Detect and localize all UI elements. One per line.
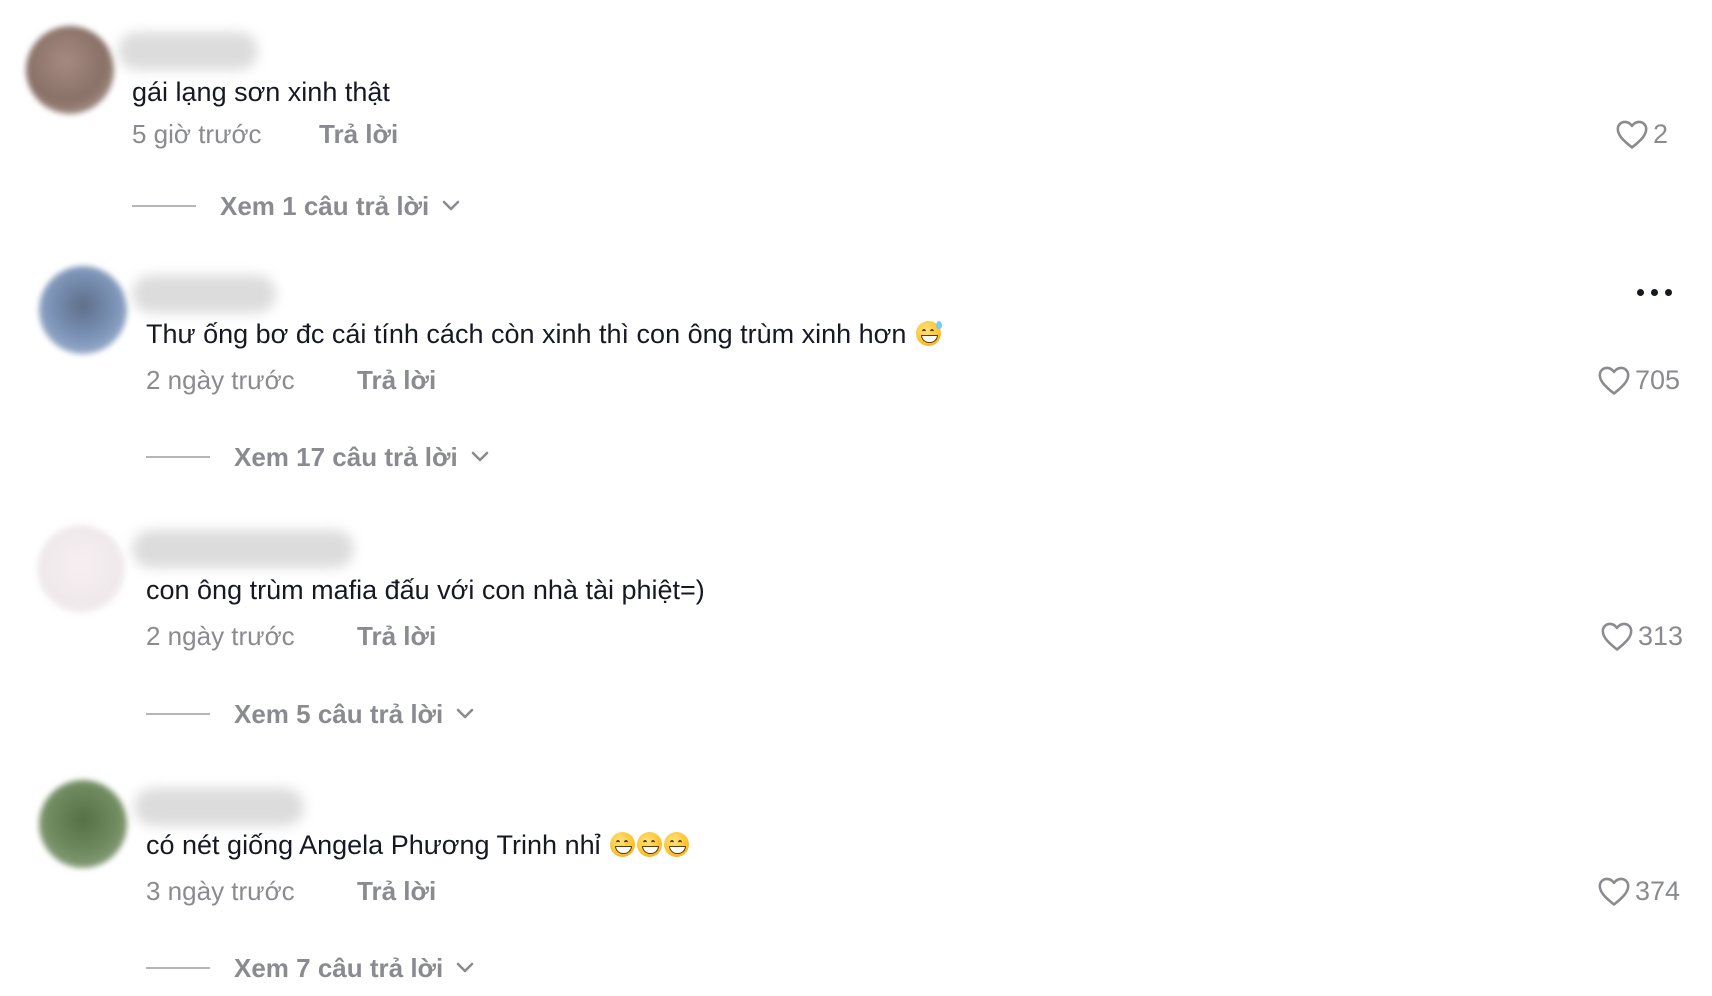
username-blurred[interactable] (118, 32, 258, 70)
comment-text: có nét giống Angela Phương Trinh nhỉ (146, 828, 690, 862)
comment-text: con ông trùm mafia đấu với con nhà tài p… (146, 575, 705, 605)
like-button[interactable]: 374 (1597, 874, 1680, 908)
view-replies-button[interactable]: Xem 17 câu trả lời (146, 440, 490, 474)
view-replies-label: Xem 1 câu trả lời (220, 190, 430, 221)
view-replies-label: Xem 5 câu trả lời (234, 698, 444, 729)
grinning-emoji (610, 832, 636, 857)
divider-line (132, 205, 196, 207)
heart-icon (1598, 877, 1630, 906)
view-replies-button[interactable]: Xem 1 câu trả lời (132, 189, 461, 223)
like-button[interactable]: 313 (1600, 619, 1683, 653)
comment-text-content: Thư ống bơ đc cái tính cách còn xinh thì… (146, 319, 907, 349)
view-replies-button[interactable]: Xem 7 câu trả lời (146, 951, 475, 985)
view-replies-button[interactable]: Xem 5 câu trả lời (146, 697, 475, 731)
grinning-sweat-emoji (915, 321, 942, 346)
grinning-emoji (637, 832, 663, 857)
like-count: 374 (1635, 875, 1681, 906)
reply-button[interactable]: Trả lời (357, 365, 436, 395)
chevron-down-icon (456, 962, 474, 973)
grinning-emoji (664, 832, 690, 857)
chevron-down-icon (442, 200, 460, 211)
divider-line (146, 456, 210, 458)
username-blurred[interactable] (134, 788, 304, 826)
chevron-down-icon (456, 708, 474, 719)
comment-text-content: có nét giống Angela Phương Trinh nhỉ (146, 830, 601, 860)
like-button[interactable]: 705 (1597, 363, 1680, 397)
like-count: 313 (1638, 620, 1684, 651)
reply-button[interactable]: Trả lời (319, 119, 398, 149)
username-blurred[interactable] (132, 530, 354, 568)
avatar[interactable] (37, 525, 125, 613)
divider-line (146, 967, 210, 969)
heart-icon (1598, 366, 1630, 395)
heart-icon (1616, 120, 1648, 149)
avatar[interactable] (39, 266, 127, 354)
like-button[interactable]: 2 (1615, 117, 1668, 151)
avatar[interactable] (39, 780, 127, 868)
comment-text: Thư ống bơ đc cái tính cách còn xinh thì… (146, 317, 942, 351)
chevron-down-icon (471, 451, 489, 462)
username-blurred[interactable] (132, 275, 276, 313)
like-count: 705 (1635, 364, 1681, 395)
comment-timestamp: 2 ngày trước (146, 365, 295, 395)
comment-timestamp: 3 ngày trước (146, 876, 295, 906)
more-dot (1651, 289, 1658, 296)
reply-button[interactable]: Trả lời (357, 621, 436, 651)
comment-timestamp: 5 giờ trước (132, 119, 262, 149)
more-options-button[interactable] (1637, 289, 1672, 296)
avatar[interactable] (26, 26, 114, 114)
view-replies-label: Xem 17 câu trả lời (234, 441, 458, 472)
comment-text: gái lạng sơn xinh thật (132, 77, 390, 107)
comment-timestamp: 2 ngày trước (146, 621, 295, 651)
more-dot (1637, 289, 1644, 296)
reply-button[interactable]: Trả lời (357, 876, 436, 906)
more-dot (1665, 289, 1672, 296)
heart-icon (1601, 622, 1633, 651)
like-count: 2 (1653, 118, 1669, 149)
view-replies-label: Xem 7 câu trả lời (234, 952, 444, 983)
divider-line (146, 713, 210, 715)
